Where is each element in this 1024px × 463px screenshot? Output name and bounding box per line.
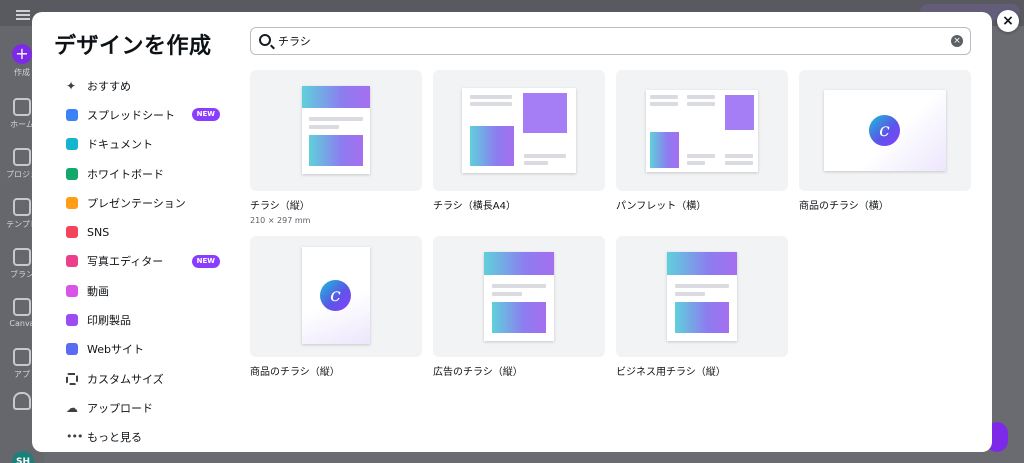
canva-logo-icon: c	[320, 280, 351, 311]
canva-logo-icon: c	[869, 115, 900, 146]
website-icon	[66, 343, 78, 356]
template-title: チラシ（横長A4）	[433, 201, 517, 212]
menu-icon[interactable]	[16, 10, 30, 20]
menu-item-label: もっと見る	[87, 431, 142, 445]
menu-item-1[interactable]: ✦ おすすめ	[60, 71, 230, 100]
document-icon	[66, 138, 78, 151]
spreadsheet-icon	[66, 108, 78, 121]
rail-item-label: 作成	[14, 68, 30, 77]
sparkle-icon: ✦	[66, 78, 77, 93]
presentation-icon	[66, 196, 78, 209]
avatar[interactable]: SH	[12, 451, 34, 463]
template-card[interactable]: ビジネス用チラシ（縦）	[616, 236, 788, 378]
template-thumbnail[interactable]	[433, 236, 605, 357]
menu-item-label: 動画	[87, 284, 109, 298]
new-badge: NEW	[191, 108, 220, 122]
menu-item-label: Webサイト	[87, 343, 144, 357]
template-title: 商品のチラシ（縦）	[250, 367, 340, 378]
menu-item-5[interactable]: プレゼンテーション	[60, 188, 230, 217]
template-thumbnail[interactable]	[433, 70, 605, 191]
template-title: チラシ（縦）	[250, 201, 310, 212]
rail-item-label: アプ	[14, 370, 30, 379]
template-icon	[13, 198, 31, 216]
menu-item-label: ドキュメント	[87, 138, 153, 152]
modal-title: デザインを作成	[54, 34, 212, 59]
home-icon	[13, 98, 31, 116]
crop-icon	[66, 372, 78, 385]
template-card[interactable]: 広告のチラシ（縦）	[433, 236, 605, 378]
printer-icon	[66, 314, 78, 327]
rail-item-label: ブラン	[10, 270, 34, 279]
template-card[interactable]: c 商品のチラシ（横）	[799, 70, 971, 212]
template-card[interactable]: パンフレット（横）	[616, 70, 788, 212]
heart-icon	[66, 226, 78, 239]
template-card[interactable]: チラシ（横長A4）	[433, 70, 605, 212]
close-button[interactable]: ×	[997, 10, 1019, 32]
sparkle-icon	[13, 298, 31, 316]
bell-icon	[13, 392, 31, 410]
template-title: 広告のチラシ（縦）	[433, 367, 523, 378]
category-menu: ✦ おすすめスプレッドシート NEW ドキュメント ホワイトボードプレゼンテーション SN…	[60, 71, 230, 452]
rail-item-label: Canva	[9, 319, 35, 328]
menu-item-7[interactable]: 写真エディター NEW	[60, 247, 230, 276]
menu-item-9[interactable]: 印刷製品	[60, 305, 230, 334]
template-thumbnail[interactable]	[616, 236, 788, 357]
menu-item-label: プレゼンテーション	[87, 196, 186, 210]
template-size: 210 × 297 mm	[250, 216, 311, 225]
template-card[interactable]: c 商品のチラシ（縦）	[250, 236, 422, 378]
template-title: ビジネス用チラシ（縦）	[616, 367, 726, 378]
menu-item-4[interactable]: ホワイトボード	[60, 159, 230, 188]
menu-item-label: カスタムサイズ	[87, 372, 164, 386]
template-title: パンフレット（横）	[616, 201, 707, 212]
menu-item-label: スプレッドシート	[87, 108, 175, 122]
more-icon: •••	[66, 430, 83, 444]
template-thumbnail[interactable]: c	[799, 70, 971, 191]
template-title: 商品のチラシ（横）	[799, 201, 889, 212]
menu-item-8[interactable]: 動画	[60, 276, 230, 305]
search-icon	[259, 34, 271, 46]
whiteboard-icon	[66, 167, 78, 180]
menu-item-10[interactable]: Webサイト	[60, 335, 230, 364]
template-thumbnail[interactable]	[616, 70, 788, 191]
menu-item-label: ホワイトボード	[87, 167, 164, 181]
template-thumbnail[interactable]	[250, 70, 422, 191]
menu-item-6[interactable]: SNS	[60, 217, 230, 246]
clear-icon[interactable]: ×	[951, 35, 963, 47]
template-thumbnail[interactable]: c	[250, 236, 422, 357]
folder-icon	[13, 148, 31, 166]
menu-item-label: 写真エディター	[87, 255, 164, 269]
menu-item-12[interactable]: ☁ アップロード	[60, 393, 230, 422]
create-design-modal: デザインを作成 ✦ おすすめスプレッドシート NEW ドキュメント ホワイトボードプレゼ…	[32, 12, 992, 452]
search-input[interactable]	[278, 32, 938, 50]
menu-item-13[interactable]: ••• もっと見る	[60, 423, 230, 452]
menu-item-label: アップロード	[87, 401, 153, 415]
camera-icon	[66, 255, 78, 268]
template-card[interactable]: チラシ（縦） 210 × 297 mm	[250, 70, 422, 225]
new-badge: NEW	[191, 254, 220, 268]
menu-item-2[interactable]: スプレッドシート NEW	[60, 100, 230, 129]
menu-item-11[interactable]: カスタムサイズ	[60, 364, 230, 393]
menu-item-label: おすすめ	[87, 79, 131, 93]
upload-cloud-icon: ☁	[66, 400, 78, 415]
rail-item-label: ホーム	[10, 120, 34, 129]
apps-icon	[13, 348, 31, 366]
menu-item-3[interactable]: ドキュメント	[60, 130, 230, 159]
menu-item-label: SNS	[87, 225, 110, 239]
menu-item-label: 印刷製品	[87, 314, 131, 328]
video-icon	[66, 284, 78, 297]
search-box[interactable]: ×	[250, 27, 971, 55]
plus-icon: +	[12, 44, 32, 64]
brand-icon	[13, 248, 31, 266]
